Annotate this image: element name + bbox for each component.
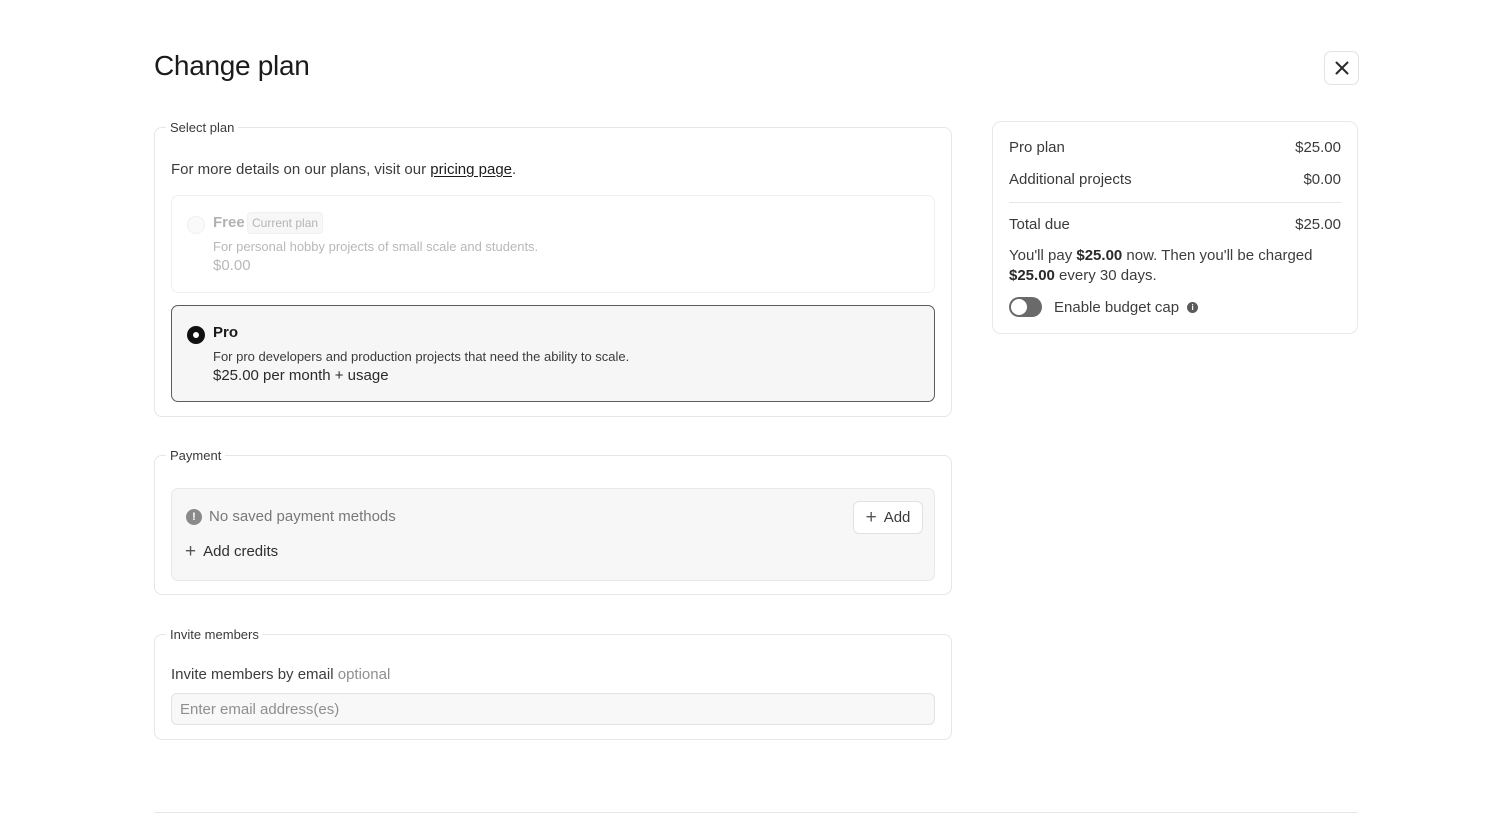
payment-legend: Payment xyxy=(170,448,222,463)
summary-row-additional-projects: Additional projects $0.00 xyxy=(1009,171,1341,188)
info-icon[interactable]: i xyxy=(1187,301,1199,313)
invite-legend: Invite members xyxy=(170,627,259,642)
summary-total: Total due $25.00 xyxy=(1009,216,1341,233)
budget-cap-label: Enable budget cap xyxy=(1054,298,1180,316)
plan-price: $25.00 per month + usage xyxy=(213,367,389,384)
budget-cap-toggle[interactable] xyxy=(1009,297,1042,317)
payment-section: Payment ! No saved payment methods + Add… xyxy=(154,448,952,595)
plan-name: Free xyxy=(213,214,245,231)
payment-methods-box: ! No saved payment methods + Add + Add c… xyxy=(171,488,935,581)
plan-description: For pro developers and production projec… xyxy=(213,349,630,364)
add-payment-method-button[interactable]: + Add xyxy=(853,501,923,534)
invite-email-label: Invite members by email optional xyxy=(171,666,391,683)
plus-icon: + xyxy=(185,541,197,562)
page-title: Change plan xyxy=(154,50,310,81)
plan-description: For personal hobby projects of small sca… xyxy=(213,239,539,254)
close-button[interactable] xyxy=(1324,51,1359,85)
optional-hint: optional xyxy=(337,666,391,683)
close-icon xyxy=(1335,61,1348,75)
plan-option-pro[interactable]: Pro For pro developers and production pr… xyxy=(171,305,935,402)
payment-status: ! No saved payment methods xyxy=(186,508,396,525)
billing-note: You'll pay $25.00 now. Then you'll be ch… xyxy=(1009,247,1313,284)
budget-cap-row: Enable budget cap i xyxy=(1009,297,1199,317)
footer-divider xyxy=(154,812,1358,813)
plan-radio-free xyxy=(187,216,205,234)
summary-row-pro-plan: Pro plan $25.00 xyxy=(1009,139,1341,156)
add-credits-button[interactable]: + Add credits xyxy=(185,542,278,561)
plan-price: $0.00 xyxy=(213,257,251,274)
invite-email-input[interactable] xyxy=(171,693,935,725)
select-plan-section: Select plan For more details on our plan… xyxy=(154,120,952,417)
payment-status-text: No saved payment methods xyxy=(209,508,396,525)
current-plan-badge: Current plan xyxy=(247,212,324,234)
plus-icon: + xyxy=(865,507,877,528)
exclamation-circle-icon: ! xyxy=(186,508,202,525)
order-summary: Pro plan $25.00 Additional projects $0.0… xyxy=(992,121,1358,334)
plan-name: Pro xyxy=(213,324,239,341)
plan-option-free: Free Current plan For personal hobby pro… xyxy=(171,195,935,293)
select-plan-legend: Select plan xyxy=(170,120,235,135)
plan-intro: For more details on our plans, visit our… xyxy=(171,161,517,178)
plan-radio-pro[interactable] xyxy=(187,326,205,344)
pricing-page-link[interactable]: pricing page xyxy=(430,161,512,178)
summary-divider xyxy=(1009,202,1341,203)
invite-members-section: Invite members Invite members by email o… xyxy=(154,627,952,740)
